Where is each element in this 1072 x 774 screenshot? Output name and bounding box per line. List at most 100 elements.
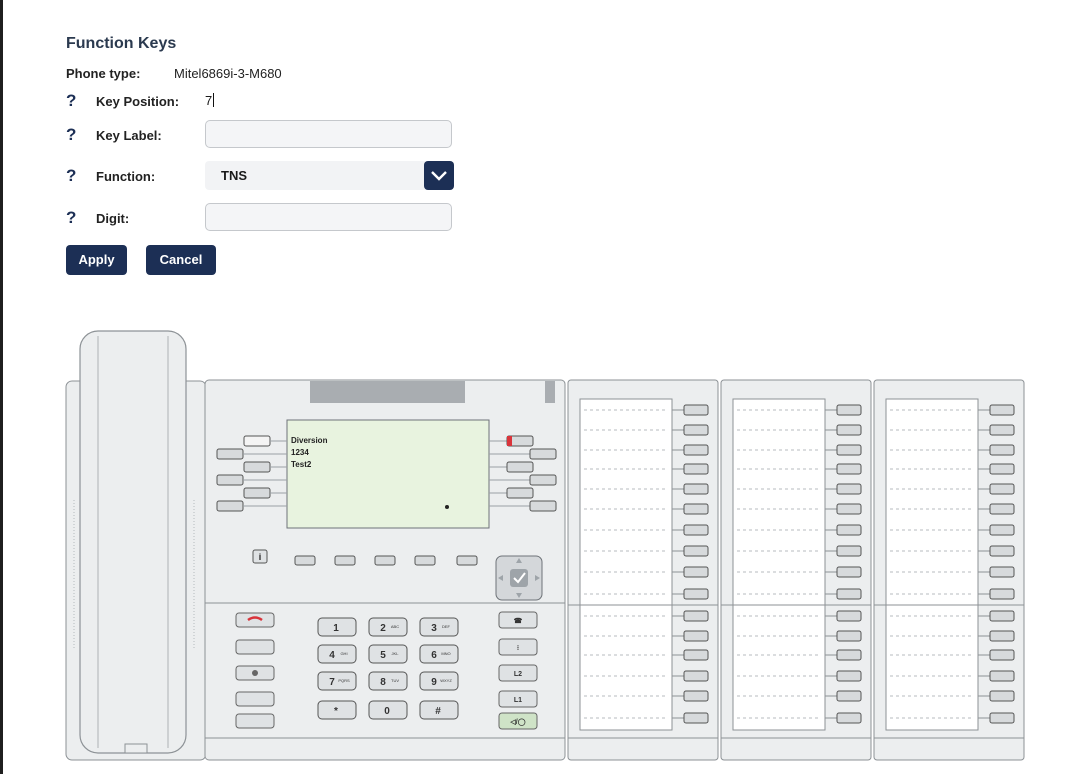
- softkey[interactable]: [529, 474, 557, 486]
- softkey[interactable]: [243, 461, 271, 473]
- function-key-label: L2: [514, 671, 522, 678]
- module-key[interactable]: [836, 712, 862, 724]
- module-label-card: [885, 398, 979, 731]
- context-softkey[interactable]: [456, 555, 478, 566]
- module-key[interactable]: [989, 404, 1015, 416]
- transfer-icon[interactable]: [235, 639, 275, 655]
- module-key[interactable]: [836, 404, 862, 416]
- module-key[interactable]: [989, 588, 1015, 600]
- softkey[interactable]: [529, 448, 557, 460]
- module-key[interactable]: [836, 610, 862, 622]
- module-key[interactable]: [683, 444, 709, 456]
- module-key[interactable]: [683, 424, 709, 436]
- keypad-key[interactable]: [419, 644, 459, 664]
- context-softkey[interactable]: [374, 555, 396, 566]
- module-key[interactable]: [836, 690, 862, 702]
- module-label-card: [579, 398, 673, 731]
- module-key[interactable]: [836, 545, 862, 557]
- module-key[interactable]: [683, 610, 709, 622]
- module-key[interactable]: [989, 690, 1015, 702]
- gear-icon: [252, 670, 258, 676]
- softkey[interactable]: [243, 487, 271, 499]
- module-key[interactable]: [989, 545, 1015, 557]
- keypad-letters: WXYZ: [440, 678, 452, 683]
- module-key[interactable]: [836, 670, 862, 682]
- hangup-icon[interactable]: [235, 612, 275, 628]
- module-key[interactable]: [989, 483, 1015, 495]
- module-key[interactable]: [989, 712, 1015, 724]
- expansion-modules[interactable]: [567, 379, 1025, 761]
- module-key[interactable]: [683, 588, 709, 600]
- module-key[interactable]: [836, 463, 862, 475]
- module-key[interactable]: [683, 483, 709, 495]
- module-key[interactable]: [989, 630, 1015, 642]
- keypad-key[interactable]: [368, 617, 408, 637]
- phone-diagram: Diversion 1234 Test2 i 1 2 ABC 3 DEF 4 GHI 5 JKL 6 MN…: [65, 330, 1025, 761]
- navigation-cluster[interactable]: [495, 555, 543, 601]
- module-key[interactable]: [683, 404, 709, 416]
- module-key[interactable]: [836, 444, 862, 456]
- module-key[interactable]: [683, 712, 709, 724]
- line-indicator-led: [507, 436, 512, 446]
- module-key[interactable]: [683, 566, 709, 578]
- module-key[interactable]: [836, 503, 862, 515]
- module-key[interactable]: [989, 503, 1015, 515]
- keypad-digit: 0: [384, 706, 390, 717]
- softkey[interactable]: [506, 461, 534, 473]
- handset[interactable]: [65, 330, 207, 761]
- module-key[interactable]: [683, 463, 709, 475]
- context-softkey[interactable]: [334, 555, 356, 566]
- keypad-digit: 1: [333, 623, 339, 634]
- keypad-key[interactable]: [368, 644, 408, 664]
- softkey[interactable]: [506, 487, 534, 499]
- keypad-digit: *: [334, 706, 338, 717]
- module-key[interactable]: [836, 588, 862, 600]
- module-key[interactable]: [683, 545, 709, 557]
- softkey[interactable]: [216, 474, 244, 486]
- module-key[interactable]: [683, 524, 709, 536]
- keypad-digit: 3: [431, 623, 437, 634]
- volume-icon[interactable]: [235, 713, 275, 729]
- keypad-key[interactable]: [419, 617, 459, 637]
- softkey[interactable]: [243, 435, 271, 447]
- function-key-label: ◁/◯: [509, 718, 525, 726]
- context-softkey[interactable]: [414, 555, 436, 566]
- context-softkey[interactable]: [294, 555, 316, 566]
- softkey[interactable]: [216, 448, 244, 460]
- module-key[interactable]: [989, 444, 1015, 456]
- keypad-letters: JKL: [392, 651, 400, 656]
- keypad-key[interactable]: [317, 671, 357, 691]
- module-key[interactable]: [989, 566, 1015, 578]
- module-key[interactable]: [683, 649, 709, 661]
- keypad-digit: #: [435, 706, 441, 717]
- keypad-key[interactable]: [317, 644, 357, 664]
- module-key[interactable]: [836, 630, 862, 642]
- module-key[interactable]: [989, 610, 1015, 622]
- softkey[interactable]: [529, 500, 557, 512]
- module-key[interactable]: [989, 524, 1015, 536]
- function-key-label: ⁝: [517, 645, 519, 652]
- module-key[interactable]: [836, 649, 862, 661]
- keypad-digit: 6: [431, 650, 437, 661]
- module-key[interactable]: [989, 670, 1015, 682]
- softkey[interactable]: [216, 500, 244, 512]
- module-key[interactable]: [683, 670, 709, 682]
- mute-icon[interactable]: [235, 691, 275, 707]
- keypad-letters: ABC: [391, 624, 399, 629]
- keypad-digit: 2: [380, 623, 386, 634]
- module-key[interactable]: [683, 630, 709, 642]
- module-key[interactable]: [683, 503, 709, 515]
- screen-line: Diversion: [291, 436, 328, 445]
- module-key[interactable]: [836, 424, 862, 436]
- module-key[interactable]: [836, 524, 862, 536]
- keypad-letters: GHI: [340, 651, 347, 656]
- function-key-label: L1: [514, 697, 522, 704]
- keypad-key[interactable]: [368, 671, 408, 691]
- module-key[interactable]: [683, 690, 709, 702]
- module-key[interactable]: [989, 463, 1015, 475]
- module-key[interactable]: [836, 483, 862, 495]
- module-key[interactable]: [836, 566, 862, 578]
- module-key[interactable]: [989, 649, 1015, 661]
- module-key[interactable]: [989, 424, 1015, 436]
- keypad-key[interactable]: [419, 671, 459, 691]
